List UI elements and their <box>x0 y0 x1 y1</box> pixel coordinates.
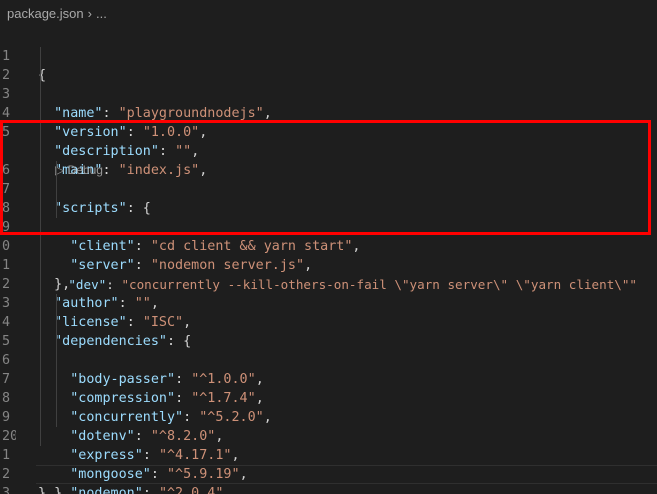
indent-guide <box>40 66 41 85</box>
code-line[interactable]: 4 "description": "", <box>0 85 657 159</box>
indent-guide <box>40 123 41 142</box>
indent-guide <box>40 237 41 256</box>
indent-guide <box>40 275 41 294</box>
code-line[interactable]: 2 "license": "ISC", <box>0 256 657 330</box>
indent-guide <box>56 180 57 199</box>
current-line-highlight <box>36 465 657 484</box>
code-line[interactable]: 1 "author": "", <box>0 237 657 311</box>
code-line[interactable]: 7 "dotenv": "^8.2.0", <box>0 351 657 444</box>
indent-guide <box>40 294 41 313</box>
indent-guide <box>56 408 57 427</box>
indent-guide <box>56 370 57 389</box>
code-line[interactable]: 3 "dependencies": { <box>0 275 657 349</box>
code-line[interactable]: 8 "express": "^4.17.1", <box>0 370 657 463</box>
json-string: "^2.0.4" <box>158 486 224 494</box>
code-line[interactable]: 0 }, <box>0 218 657 292</box>
code-line[interactable]: 2 "name": "playgroundnodejs", <box>0 47 657 121</box>
indent-guide <box>40 370 41 389</box>
code-line[interactable]: 8 "server": "nodemon server.js", <box>0 180 657 273</box>
code-editor[interactable]: package.json ›... 1 { 2 "name": "playgrou… <box>0 0 657 494</box>
code-line[interactable]: 1 } <box>0 427 657 494</box>
code-line[interactable]: 5 "main": "index.js", <box>0 104 657 178</box>
indent-guide <box>40 161 41 180</box>
indent-guide <box>40 408 41 427</box>
json-key: "nodemon" <box>70 486 143 494</box>
indent-guide <box>40 104 41 123</box>
indent-guide <box>40 199 41 218</box>
indent-guide <box>40 142 41 161</box>
code-line[interactable]: 6 "concurrently": "^5.2.0", <box>0 332 657 425</box>
indent-guide <box>56 199 57 218</box>
indent-guide <box>40 180 41 199</box>
indent-guide <box>40 351 41 370</box>
code-line[interactable]: 4 "body-passer": "^1.0.0", <box>0 294 657 387</box>
indent-guide <box>56 313 57 332</box>
indent-guide <box>40 427 41 446</box>
code-line[interactable]: 3 "version": "1.0.0", <box>0 66 657 140</box>
codelens-row: ▷ Debug <box>0 123 657 177</box>
indent-guide <box>40 332 41 351</box>
brace-close: } <box>54 486 63 494</box>
breadcrumb-ellipsis[interactable]: ... <box>96 6 107 21</box>
indent-guide <box>40 313 41 332</box>
code-line[interactable]: 1 { <box>0 28 657 83</box>
chevron-right-icon: › <box>87 6 92 21</box>
indent-guide <box>40 218 41 237</box>
indent-guide <box>40 47 41 66</box>
code-line[interactable]: 2 } <box>0 446 657 494</box>
code-area[interactable]: 1 { 2 "name": "playgroundnodejs", 3 "ver… <box>0 28 657 494</box>
code-text: "nodemon": "^2.0.4" <box>38 484 223 494</box>
code-line[interactable]: 9 "dev": "concurrently --kill-others-on-… <box>0 199 657 292</box>
breadcrumb: package.json ›... <box>0 0 657 28</box>
code-line[interactable]: 7 "client": "cd client && yarn start", <box>0 161 657 254</box>
indent-guide <box>56 332 57 351</box>
indent-guide <box>40 256 41 275</box>
code-line[interactable]: 5 "compression": "^1.7.4", <box>0 313 657 406</box>
code-line[interactable]: 20 "nodemon": "^2.0.4" <box>0 408 657 494</box>
indent-guide <box>40 389 41 408</box>
indent-guide <box>56 294 57 313</box>
indent-guide <box>40 85 41 104</box>
code-line[interactable]: 6 "scripts": { <box>0 142 657 216</box>
indent-guide <box>56 389 57 408</box>
indent-guide <box>56 161 57 180</box>
breadcrumb-file[interactable]: package.json <box>7 6 84 21</box>
code-line[interactable]: 9 "mongoose": "^5.9.19", <box>0 389 657 482</box>
indent-guide <box>56 351 57 370</box>
line-number: 3 <box>2 486 11 494</box>
